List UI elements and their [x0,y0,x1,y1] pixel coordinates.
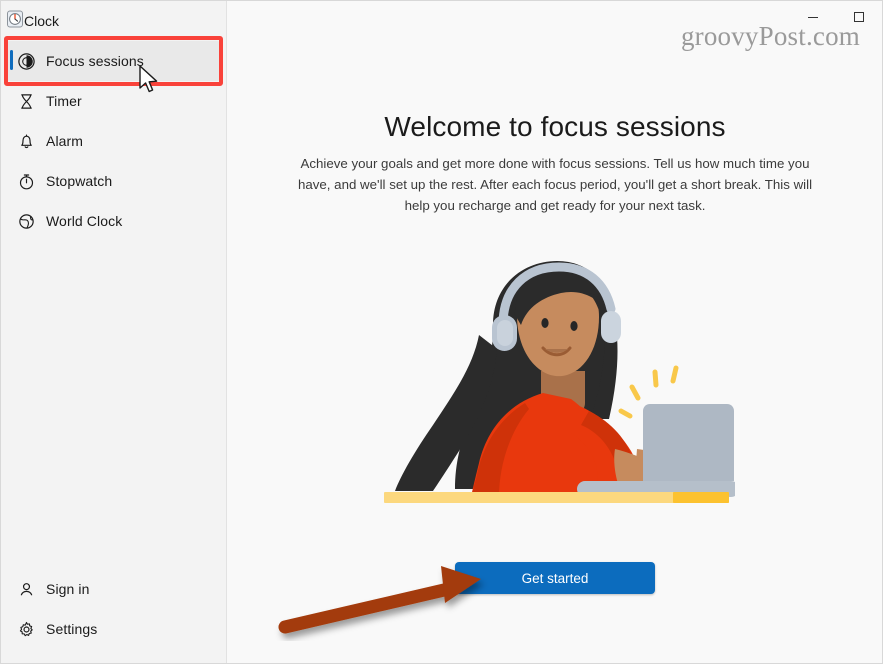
sidebar-secondary-nav: Sign in Settings [1,569,226,649]
sidebar-item-world-clock[interactable]: World Clock [6,201,221,241]
stopwatch-icon [6,172,46,191]
sidebar-item-label: Settings [46,621,98,637]
bell-icon [6,132,46,151]
app-title-row: Clock [6,1,221,41]
hourglass-icon [6,92,46,111]
minimize-icon [808,16,818,18]
selection-accent-bar [10,50,13,70]
sidebar-item-label: Stopwatch [46,173,113,189]
page-title: Welcome to focus sessions [384,111,726,142]
gear-icon [6,620,46,639]
sidebar-item-label: Sign in [46,581,90,597]
sidebar-item-sign-in[interactable]: Sign in [6,569,221,609]
sidebar-item-label: Alarm [46,133,84,149]
app-title-label: Clock [24,13,60,29]
clock-icon [6,10,24,33]
person-icon [6,580,46,599]
sidebar-item-label: Timer [46,93,82,109]
sidebar-item-label: World Clock [46,213,123,229]
sidebar-item-focus-sessions[interactable]: Focus sessions [6,41,221,81]
navigation-sidebar: Clock Focus sessions Timer Alarm Stopwat… [1,1,227,663]
clock-app-window: Clock Focus sessions Timer Alarm Stopwat… [0,0,883,664]
sidebar-item-settings[interactable]: Settings [6,609,221,649]
page-description: Achieve your goals and get more done wit… [297,156,813,213]
get-started-button[interactable]: Get started [455,562,655,594]
sidebar-item-label: Focus sessions [46,53,144,69]
sidebar-item-timer[interactable]: Timer [6,81,221,121]
main-content-area: Welcome to focus sessions Achieve your g… [228,1,882,663]
sidebar-primary-nav: Clock Focus sessions Timer Alarm Stopwat… [1,1,226,241]
sidebar-item-alarm[interactable]: Alarm [6,121,221,161]
sidebar-item-stopwatch[interactable]: Stopwatch [6,161,221,201]
welcome-illustration [375,253,739,508]
globe-icon [6,212,46,231]
watermark-text: groovyPost.com [680,21,860,51]
